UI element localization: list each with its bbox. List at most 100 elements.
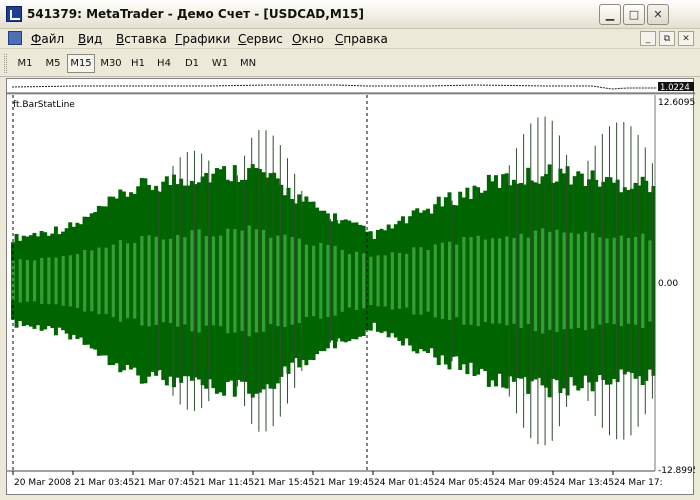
dark-bar	[315, 207, 320, 355]
light-bar	[254, 229, 259, 333]
light-bar	[462, 237, 466, 325]
doc-close-button[interactable]: ✕	[678, 31, 694, 46]
dark-bar	[379, 228, 384, 333]
chart-document-icon[interactable]	[8, 31, 22, 45]
light-bar	[168, 238, 173, 323]
light-bar	[390, 252, 394, 310]
light-bar	[440, 242, 445, 320]
dark-bar	[222, 166, 227, 396]
dark-bar	[479, 192, 484, 369]
light-bar	[548, 231, 552, 330]
dark-bar	[408, 216, 413, 346]
app-window: 541379: MetaTrader - Демо Счет - [USDCAD…	[0, 0, 700, 500]
light-bar	[47, 257, 51, 305]
light-bar	[211, 236, 216, 326]
light-bar	[598, 237, 602, 325]
timeframe-m1-button[interactable]: M1	[12, 54, 38, 73]
doc-restore-button[interactable]: ⧉	[659, 31, 675, 46]
light-bar	[519, 233, 523, 329]
title-bar[interactable]: 541379: MetaTrader - Демо Счет - [USDCAD…	[0, 0, 700, 29]
dark-bar	[429, 213, 434, 349]
light-bar	[541, 228, 545, 334]
timeframe-m30-button[interactable]: M30	[97, 54, 125, 73]
light-bar	[591, 233, 595, 329]
timeframe-m5-button[interactable]: M5	[40, 54, 66, 73]
light-bar	[297, 238, 301, 324]
dark-bar	[307, 201, 312, 360]
close-button[interactable]: ✕	[647, 4, 669, 25]
x-tick-label: 24 Mar 13:45	[554, 478, 614, 488]
top-panel-line	[11, 84, 657, 90]
dark-bar	[501, 174, 506, 388]
light-bar	[505, 236, 509, 326]
dark-bar	[350, 222, 355, 340]
light-bar	[569, 232, 573, 329]
timeframe-d1-button[interactable]: D1	[181, 54, 203, 73]
light-bar	[247, 225, 251, 337]
dark-bar	[136, 186, 141, 376]
window-title: 541379: MetaTrader - Демо Счет - [USDCAD…	[27, 7, 364, 21]
light-bar	[619, 235, 623, 327]
x-tick-label: 24 Mar 01:45	[374, 478, 434, 488]
toolbar-grip-handle[interactable]	[4, 54, 7, 73]
dark-bar	[494, 175, 498, 387]
light-bar	[383, 255, 387, 307]
light-bar	[412, 247, 416, 315]
menu-charts[interactable]: Графики	[175, 32, 230, 46]
status-strip	[0, 495, 700, 500]
light-bar	[233, 229, 237, 333]
x-tick-label: 21 Mar 11:45	[194, 478, 254, 488]
timeframe-mn-button[interactable]: MN	[236, 54, 260, 73]
timeframe-w1-button[interactable]: W1	[209, 54, 231, 73]
light-bar	[283, 234, 287, 328]
menu-view[interactable]: Вид	[78, 32, 102, 46]
light-bar	[326, 244, 330, 317]
menu-tools[interactable]: Сервис	[238, 32, 283, 46]
menu-insert[interactable]: Вставка	[116, 32, 167, 46]
timeframe-m15-button[interactable]: M15	[67, 54, 95, 73]
light-bar	[447, 241, 452, 320]
light-bar	[176, 235, 180, 327]
maximize-button[interactable]: □	[623, 4, 645, 25]
light-bar	[426, 250, 430, 312]
light-bar	[562, 232, 566, 330]
light-bar	[369, 256, 373, 306]
timeframe-h4-button[interactable]: H4	[153, 54, 175, 73]
menu-help[interactable]: Справка	[335, 32, 388, 46]
light-bar	[75, 253, 80, 308]
chart-window[interactable]: 1.0224 ft.BarStatLine 12.6095 0.00 -12.8…	[6, 78, 695, 496]
dark-bar	[129, 192, 134, 370]
light-bar	[32, 260, 37, 302]
timeframe-h1-button[interactable]: H1	[127, 54, 149, 73]
doc-minimize-button[interactable]: _	[640, 31, 656, 46]
light-bar	[90, 250, 94, 312]
metatrader-app-icon	[6, 6, 22, 22]
dark-bar	[386, 224, 391, 338]
dark-bar	[458, 191, 463, 370]
light-bar	[634, 236, 638, 325]
usdcad-chart[interactable]: 1.0224 ft.BarStatLine 12.6095 0.00 -12.8…	[7, 79, 695, 496]
light-bar	[476, 235, 480, 327]
dark-bar	[36, 236, 41, 326]
x-tick-label: 21 Mar 03:45	[74, 478, 134, 488]
menu-window[interactable]: Окно	[292, 32, 324, 46]
light-bar	[319, 243, 323, 319]
light-bar	[226, 228, 230, 334]
dark-bar	[143, 178, 148, 384]
light-bar	[498, 238, 502, 324]
light-bar	[240, 230, 244, 332]
x-tick-label: 24 Mar 05:45	[434, 478, 494, 488]
dark-bar	[50, 233, 55, 329]
light-bar	[490, 238, 495, 324]
light-bar	[533, 230, 538, 332]
light-bar	[576, 233, 581, 328]
dark-bar	[214, 168, 219, 394]
menu-file[interactable]: Файл	[31, 32, 64, 46]
dark-bar	[14, 234, 19, 328]
dark-bar	[372, 238, 377, 323]
dark-bar	[443, 197, 448, 365]
light-bar	[147, 235, 151, 327]
light-bar	[583, 231, 588, 331]
minimize-button[interactable]: ▁	[599, 4, 621, 25]
top-panel-price-label: 1.0224	[660, 83, 690, 93]
